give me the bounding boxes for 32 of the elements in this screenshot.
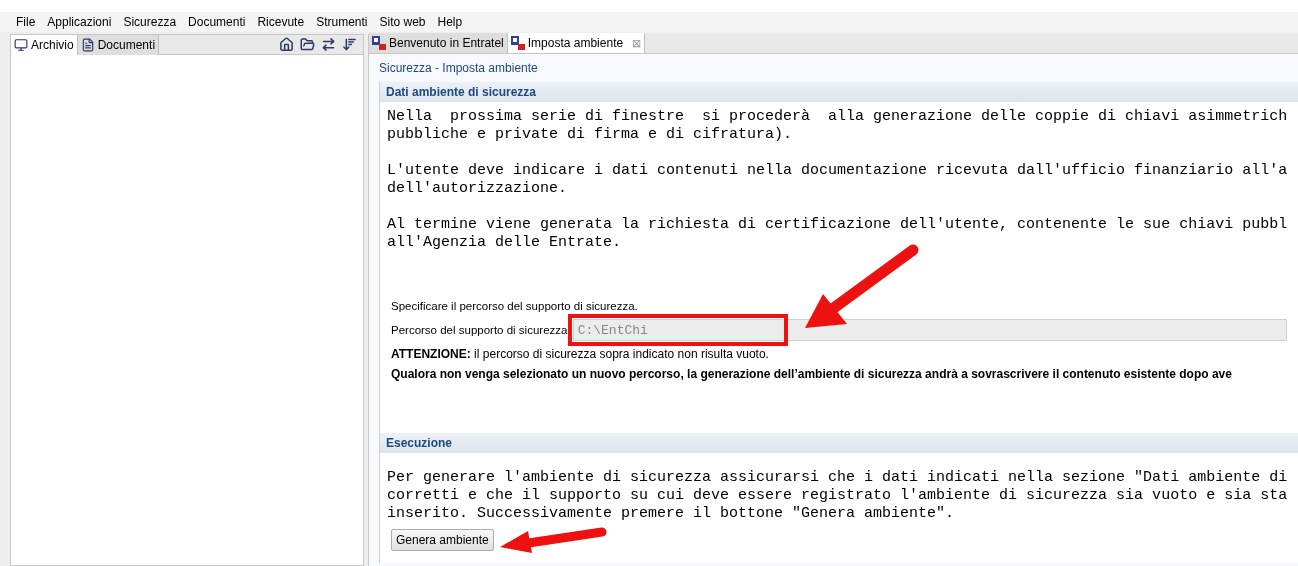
folder-icon[interactable] [300,37,315,52]
warning-text: Qualora non venga selezionato un nuovo percorso, la generazione dell’ambiente di sicurezza andrà a sovrascrivere il contenuto esistente dopo ave [390,366,1233,384]
panel-tab[interactable]: Documenti [77,34,160,55]
menu-item[interactable]: Sito web [379,13,426,31]
menu-item[interactable]: Strumenti [316,13,368,31]
menu-item[interactable]: Ricevute [257,13,305,31]
generate-button[interactable]: Genera ambiente [391,529,494,552]
menu-item[interactable]: File [16,13,36,31]
home-icon[interactable] [279,37,294,52]
editor-tab[interactable]: Imposta ambiente ⊠ [507,33,646,53]
menu-item[interactable]: Help [437,13,463,31]
paragraph: Per generare l'ambiente di sicurezza assicurarsi che i dati indicati nella sezione "Dati ambiente di corretti e che il supporto su cui deve essere registrato l'ambiente di sicurezza sia vuoto e sia sta inserito. Successivamente premere il bottone "Genera ambiente". [387,469,1289,524]
document-icon [80,37,95,52]
paragraph: L'utente deve indicare i dati contenuti nella documentazione ricevuta dall'ufficio finanziario all'a dell'autorizzazione. [387,162,1289,198]
menu-item[interactable]: Sicurezza [123,13,177,31]
hint-text: Specificare il percorso del supporto di sicurezza. [390,299,639,314]
paragraph: Nella prossima serie di finestre si procederà alla generazione delle coppie di chiavi asimmetrich pubbliche e private di firma e di cifratura). [387,108,1289,144]
section-header: Dati ambiente di sicurezza [380,82,1298,102]
section-header: Esecuzione [380,433,1298,454]
field-label: Percorso del supporto di sicurezza: [391,322,571,338]
editor-tab[interactable]: Benvenuto in Entratel [369,33,508,53]
sort-icon[interactable] [342,37,357,52]
menu-item[interactable]: Applicazioni [47,13,112,31]
breadcrumb: Sicurezza - Imposta ambiente [379,60,538,77]
app-icon [372,36,386,50]
menu-item[interactable]: Documenti [188,13,246,31]
app-icon [510,36,525,50]
swap-arrows-icon[interactable] [321,37,336,52]
monitor-icon [14,37,28,52]
paragraph: Al termine viene generata la richiesta di certificazione dell'utente, contenente le sue chiavi pubbl all'Agenzia delle Entrate. [387,216,1289,252]
panel-tab[interactable]: Archivio [11,34,78,55]
warning-text: ATTENZIONE: il percorso di sicurezza sopra indicato non risulta vuoto. [390,346,770,364]
